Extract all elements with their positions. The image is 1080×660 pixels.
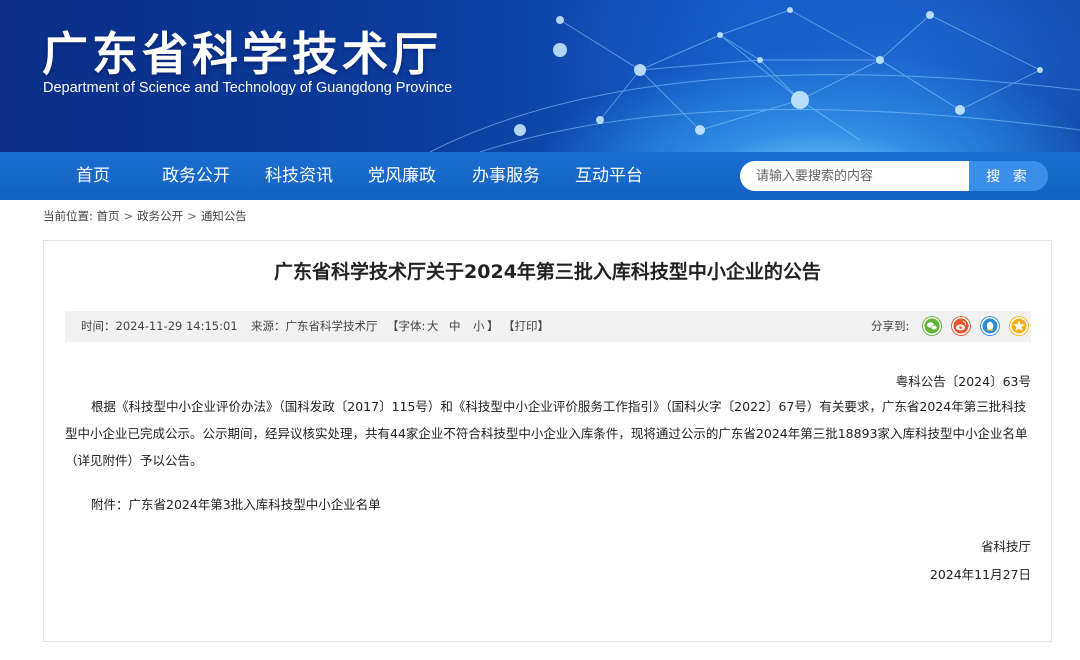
qq-share-icon[interactable]: [980, 316, 1000, 336]
search-input[interactable]: [740, 161, 970, 191]
site-title: 广东省科学技术厅: [42, 27, 442, 81]
issue-date: 2024年11月27日: [929, 567, 1031, 582]
issuer-signature: 省科技厅: [980, 539, 1031, 554]
font-size-label: 【字体:: [387, 319, 426, 333]
nav-item-government-affairs[interactable]: 政务公开: [162, 152, 230, 200]
breadcrumb-government-affairs[interactable]: 政务公开: [137, 209, 183, 223]
article-title: 广东省科学技术厅关于2024年第三批入库科技型中小企业的公告: [274, 261, 821, 283]
breadcrumb-notices[interactable]: 通知公告: [201, 209, 247, 223]
article-body: 根据《科技型中小企业评价办法》（国科发政〔2017〕115号）和《科技型中小企业…: [65, 399, 1028, 468]
breadcrumb-separator: >: [123, 209, 134, 223]
article-source: 来源：广东省科学技术厅: [251, 319, 378, 333]
site-subtitle: Department of Science and Technology of …: [43, 80, 453, 96]
nav-item-services[interactable]: 办事服务: [472, 152, 540, 200]
header-banner: 广东省科学技术厅 Department of Science and Techn…: [0, 0, 1080, 152]
breadcrumb-separator: >: [187, 209, 197, 223]
search-button[interactable]: 搜 索: [969, 161, 1048, 191]
publish-time: 时间：2024-11-29 14:15:01: [81, 319, 238, 333]
breadcrumb-prefix: 当前位置:: [43, 209, 93, 223]
font-size-close: 】: [487, 319, 499, 333]
qzone-share-icon[interactable]: [1009, 316, 1029, 336]
nav-item-tech-news[interactable]: 科技资讯: [265, 152, 333, 200]
nav-item-party-integrity[interactable]: 党风廉政: [368, 152, 436, 200]
attachment-link[interactable]: 附件：广东省2024年第3批入库科技型中小企业名单: [91, 494, 381, 513]
font-large-button[interactable]: 大: [427, 311, 439, 342]
breadcrumb: 当前位置: 首页 > 政务公开 > 通知公告: [43, 208, 247, 224]
share-label: 分享到:: [871, 319, 910, 333]
print-button[interactable]: 【打印】: [503, 311, 549, 342]
font-medium-button[interactable]: 中: [449, 311, 461, 342]
breadcrumb-home[interactable]: 首页: [97, 209, 120, 223]
nav-item-interaction[interactable]: 互动平台: [575, 152, 643, 200]
font-small-button[interactable]: 小: [473, 311, 485, 342]
nav-item-home[interactable]: 首页: [76, 152, 110, 200]
article-container: 广东省科学技术厅关于2024年第三批入库科技型中小企业的公告 时间：2024-1…: [43, 240, 1052, 642]
weibo-share-icon[interactable]: [951, 316, 971, 336]
document-number: 粤科公告〔2024〕63号: [895, 374, 1031, 389]
article-meta-bar: 时间：2024-11-29 14:15:01 来源：广东省科学技术厅 【字体: …: [65, 311, 1031, 342]
wechat-share-icon[interactable]: [922, 316, 942, 336]
